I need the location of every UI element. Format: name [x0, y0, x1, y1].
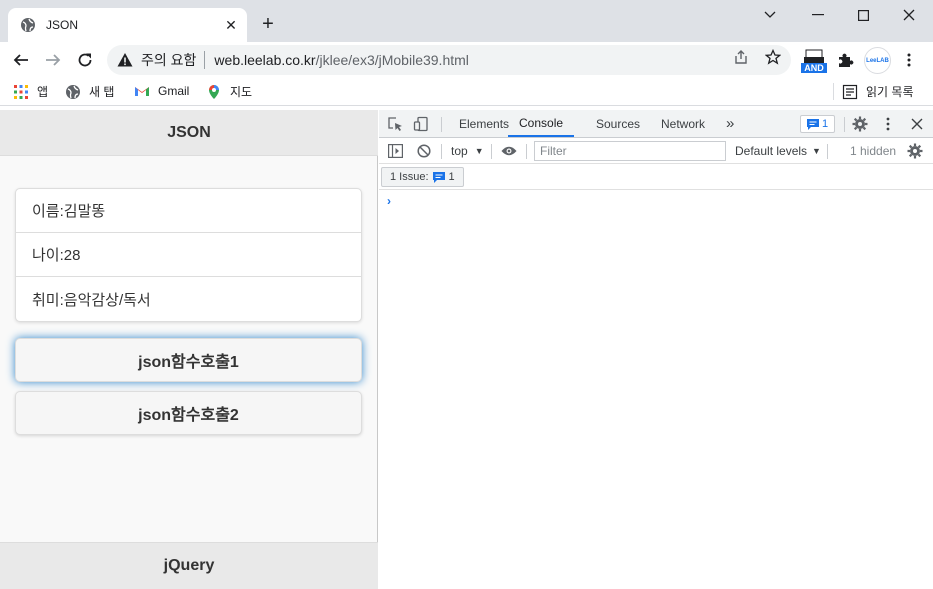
dropdown-arrow-icon: ▼ — [812, 146, 821, 156]
bookmark-gmail-label: Gmail — [158, 84, 190, 98]
footer-title: jQuery — [163, 557, 215, 574]
tab-console[interactable]: Console — [508, 110, 575, 137]
new-tab-button[interactable]: + — [258, 14, 278, 34]
web-page: JSON 이름:김말똥 나이:28 취미:음악감상/독서 json함수호출1 j… — [0, 110, 378, 589]
list-item: 이름:김말똥 — [16, 189, 361, 233]
tab-title: JSON — [46, 18, 79, 32]
issues-count: 1 — [448, 171, 455, 183]
bookmarks-bar: 앱 새 탭 Gmail 지도 읽기 목록 — [0, 78, 933, 106]
gmail-icon — [135, 87, 149, 96]
bookmark-gmail[interactable]: Gmail — [134, 83, 189, 99]
inspect-element-icon[interactable] — [387, 116, 403, 132]
reading-list[interactable]: 읽기 목록 — [833, 83, 914, 100]
context-label: top — [451, 144, 468, 158]
tab-sources[interactable]: Sources — [596, 110, 640, 137]
info-list: 이름:김말똥 나이:28 취미:음악감상/독서 — [15, 188, 362, 322]
toolbar-divider — [526, 144, 527, 159]
console-prompt[interactable]: › — [387, 194, 391, 208]
console-settings-gear-icon[interactable] — [907, 143, 923, 159]
hidden-count: 1 hidden — [850, 144, 897, 158]
reading-list-icon — [842, 84, 858, 99]
json-call-button-2[interactable]: json함수호출2 — [15, 391, 362, 435]
security-status[interactable]: 주의 요함 — [141, 50, 196, 70]
reload-icon[interactable] — [75, 50, 95, 70]
back-icon[interactable] — [11, 50, 31, 70]
list-item-label: 이름:김말똥 — [32, 203, 106, 220]
devtools-menu-icon[interactable] — [880, 116, 896, 132]
bookmark-newtab[interactable]: 새 탭 — [65, 83, 114, 100]
bookmark-newtab-label: 새 탭 — [89, 85, 115, 99]
close-tab-icon[interactable]: ✕ — [223, 17, 239, 33]
console-toolbar: top ▼ Default levels ▼ 1 hidden — [379, 138, 933, 164]
bookmark-maps[interactable]: 지도 — [206, 83, 252, 100]
window-close-icon[interactable] — [897, 6, 921, 24]
address-bar[interactable]: 주의 요함 web.leelab.co.kr/jklee/ex3/jMobile… — [107, 45, 791, 75]
context-selector[interactable]: top ▼ — [451, 144, 484, 158]
browser-toolbar: 주의 요함 web.leelab.co.kr/jklee/ex3/jMobile… — [0, 42, 933, 78]
tab-network[interactable]: Network — [661, 110, 705, 137]
issues-bar: 1 Issue: 1 — [379, 164, 933, 190]
issues-label: 1 Issue: — [390, 171, 429, 183]
url-path: /jklee/ex3/jMobile39.html — [315, 52, 469, 68]
bookmark-apps[interactable]: 앱 — [13, 83, 48, 100]
message-icon — [806, 118, 819, 130]
tab-elements[interactable]: Elements — [459, 110, 509, 137]
settings-gear-icon[interactable] — [852, 116, 868, 132]
live-expression-eye-icon[interactable] — [501, 143, 517, 159]
browser-tab[interactable]: JSON ✕ — [8, 8, 247, 42]
reading-list-label: 읽기 목록 — [866, 85, 914, 99]
omnibox-divider — [204, 51, 206, 69]
url-host: web.leelab.co.kr — [214, 52, 316, 68]
devtools-panel: Elements Console Sources Network » 1 top… — [379, 110, 933, 589]
json-call-button-1[interactable]: json함수호출1 — [15, 338, 362, 382]
share-icon[interactable] — [733, 49, 749, 65]
profile-label: LeeLAB — [866, 57, 889, 64]
list-item: 나이:28 — [16, 233, 361, 277]
filter-input[interactable] — [534, 141, 726, 161]
message-count: 1 — [821, 118, 829, 130]
log-levels-label: Default levels — [735, 144, 808, 158]
toolbar-divider — [441, 117, 442, 132]
maximize-icon[interactable] — [851, 6, 875, 24]
toolbar-divider — [827, 144, 828, 159]
bookmark-maps-label: 지도 — [230, 85, 253, 99]
toolbar-divider — [844, 117, 845, 132]
forward-icon[interactable] — [43, 50, 63, 70]
tab-search-icon[interactable] — [758, 6, 782, 24]
profile-avatar[interactable]: LeeLAB — [864, 47, 891, 74]
list-item: 취미:음악감상/독서 — [16, 277, 361, 321]
device-toggle-icon[interactable] — [413, 116, 429, 132]
clear-console-icon[interactable] — [416, 143, 432, 159]
map-pin-icon — [209, 84, 219, 99]
toolbar-divider — [491, 144, 492, 159]
sidebar-toggle-icon[interactable] — [387, 143, 403, 159]
puzzle-icon[interactable] — [836, 51, 854, 69]
warning-icon[interactable] — [117, 52, 133, 68]
console-messages-badge[interactable]: 1 — [800, 115, 835, 133]
page-footer: jQuery — [0, 542, 378, 589]
page-header: JSON — [0, 110, 378, 156]
devtools-close-icon[interactable] — [909, 116, 925, 132]
minimize-icon[interactable] — [806, 6, 830, 24]
apps-grid-icon — [14, 84, 28, 99]
extension-badge-label: AND — [804, 63, 824, 73]
list-item-label: 취미:음악감상/독서 — [32, 291, 151, 309]
page-title: JSON — [167, 123, 211, 141]
and-extension-icon[interactable]: AND — [801, 49, 827, 75]
list-item-label: 나이:28 — [32, 247, 81, 264]
globe-icon — [21, 18, 35, 32]
bookmark-apps-label: 앱 — [37, 85, 49, 99]
dropdown-arrow-icon: ▼ — [474, 146, 484, 156]
devtools-tabbar: Elements Console Sources Network » 1 — [379, 110, 933, 138]
message-icon — [432, 171, 445, 183]
log-levels-dropdown[interactable]: Default levels ▼ — [735, 144, 821, 158]
globe-icon — [66, 84, 80, 99]
issues-chip[interactable]: 1 Issue: 1 — [381, 167, 464, 187]
more-tabs-icon[interactable]: » — [726, 110, 734, 137]
browser-titlebar: JSON ✕ + — [0, 0, 933, 42]
menu-icon[interactable] — [901, 52, 917, 68]
toolbar-divider — [441, 144, 442, 159]
star-icon[interactable] — [765, 49, 781, 65]
